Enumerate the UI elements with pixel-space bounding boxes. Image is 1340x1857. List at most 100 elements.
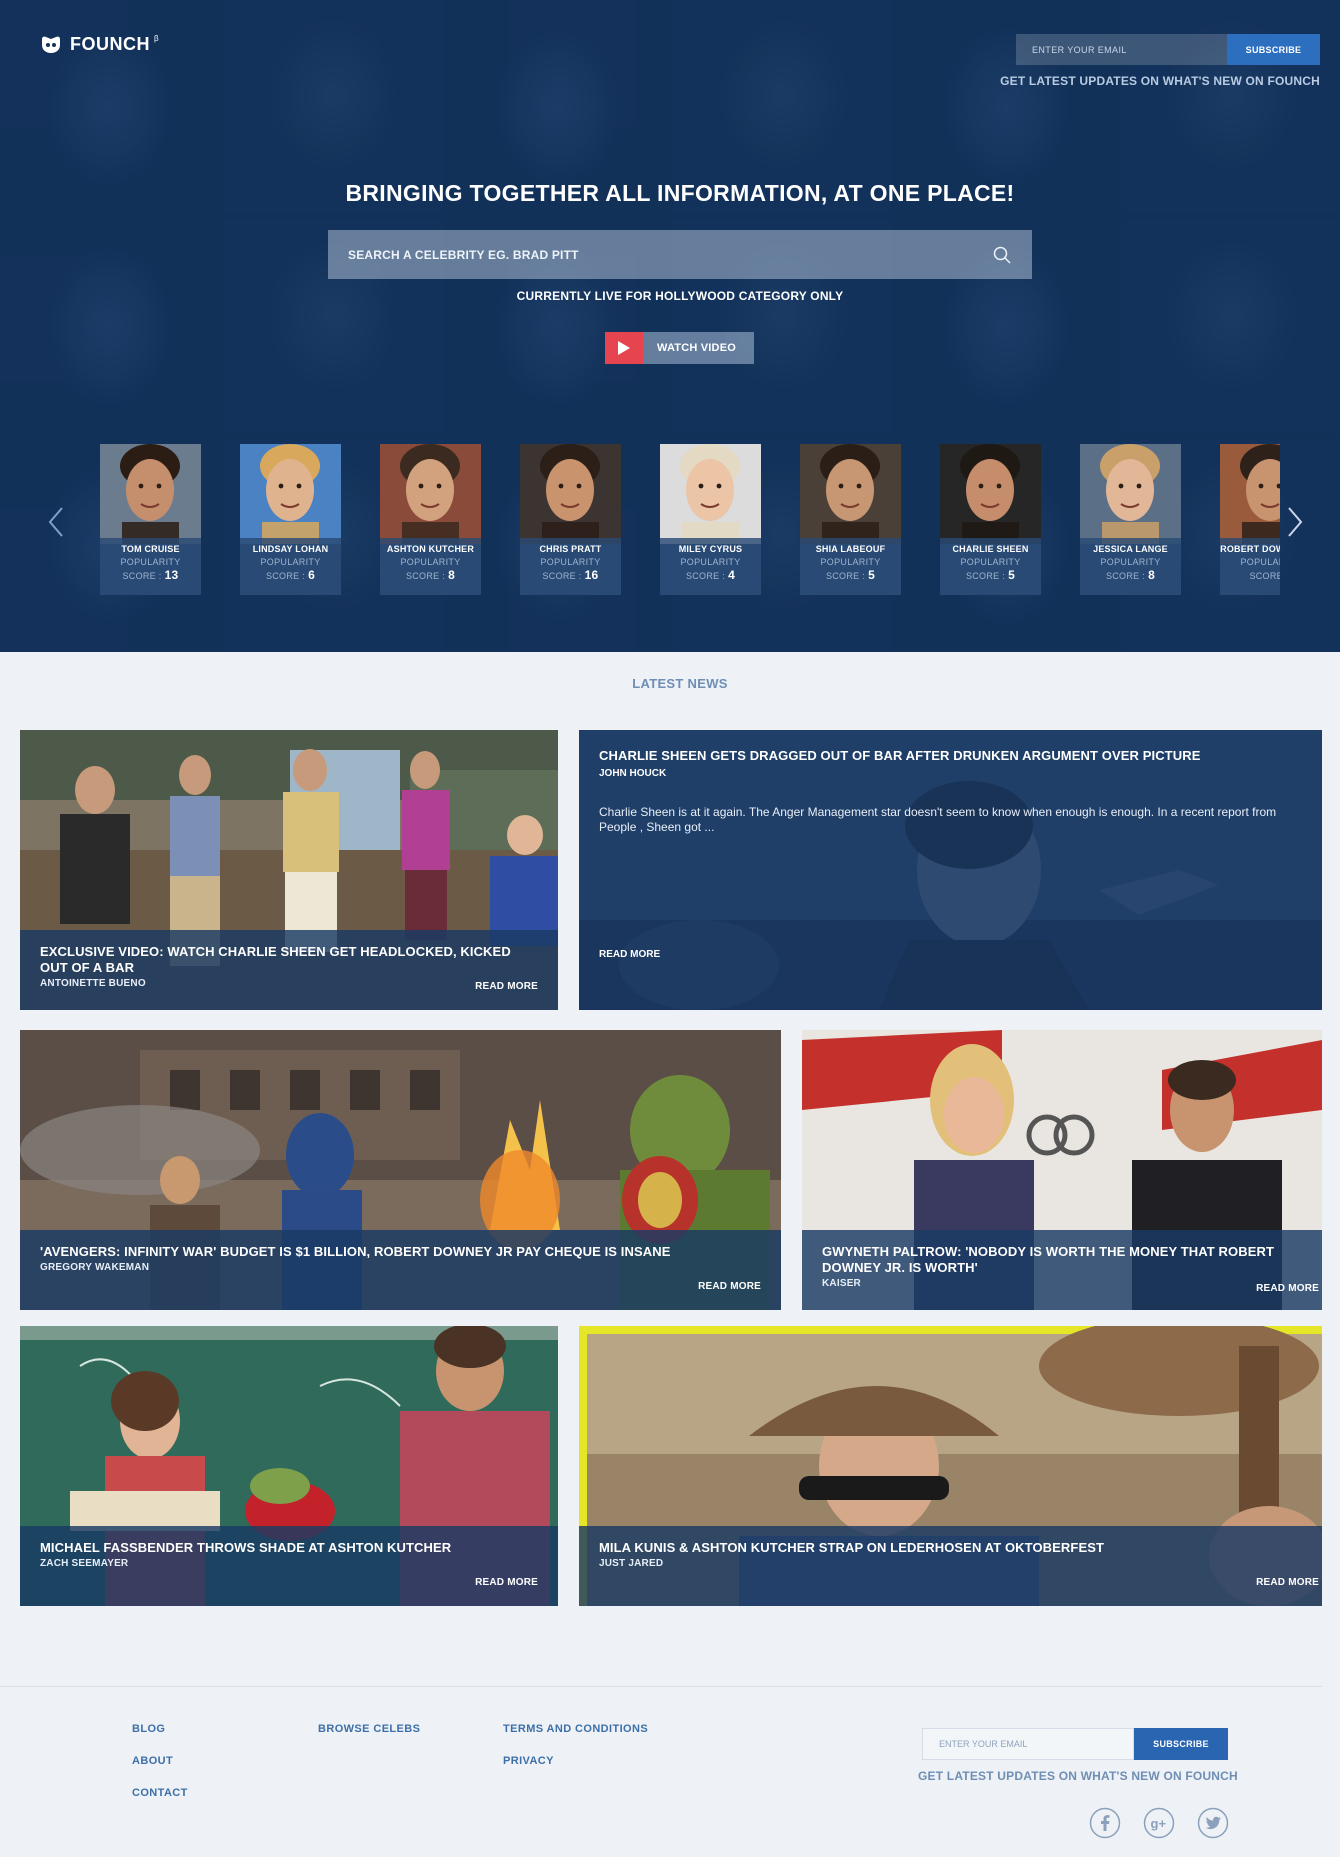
footer-links-col-2: BROWSE CELEBS: [318, 1723, 420, 1755]
play-icon: [605, 332, 643, 364]
footer-subscribe-form: SUBSCRIBE: [922, 1728, 1228, 1760]
celebrity-card[interactable]: ASHTON KUTCHER POPULARITY SCORE :8: [380, 444, 481, 595]
celebrity-carousel: TOM CRUISE POPULARITY SCORE :13 LINDSAY …: [0, 444, 1340, 596]
score-value: 6: [308, 568, 316, 582]
footer-link-blog[interactable]: BLOG: [132, 1723, 188, 1737]
news-card[interactable]: EXCLUSIVE VIDEO: WATCH CHARLIE SHEEN GET…: [20, 730, 558, 1010]
celebrity-photo: [240, 444, 341, 544]
score-value: 5: [868, 568, 876, 582]
news-card[interactable]: MILA KUNIS & ASHTON KUTCHER STRAP ON LED…: [579, 1326, 1322, 1606]
footer-subscribe-tagline: GET LATEST UPDATES ON WHAT'S NEW ON FOUN…: [918, 1769, 1238, 1783]
news-title: MICHAEL FASSBENDER THROWS SHADE AT ASHTO…: [40, 1540, 452, 1555]
read-more-link[interactable]: READ MORE: [475, 981, 538, 992]
score-value: 4: [728, 568, 736, 582]
celebrity-card[interactable]: JESSICA LANGE POPULARITY SCORE :8: [1080, 444, 1181, 595]
popularity-label: POPULARITY: [260, 557, 321, 567]
celebrity-photo: [1080, 444, 1181, 544]
news-author: GREGORY WAKEMAN: [40, 1262, 150, 1273]
twitter-icon[interactable]: [1197, 1807, 1229, 1839]
header-subscribe-form: SUBSCRIBE: [1016, 34, 1320, 65]
svg-text:g+: g+: [1151, 1816, 1167, 1831]
popularity-label: POPULARITY: [1240, 557, 1280, 567]
search-icon[interactable]: [992, 245, 1012, 265]
watch-video-button[interactable]: WATCH VIDEO: [605, 332, 754, 364]
header-subscribe-button[interactable]: SUBSCRIBE: [1227, 34, 1320, 65]
celebrity-photo: [100, 444, 201, 544]
read-more-link[interactable]: READ MORE: [698, 1281, 761, 1292]
read-more-link[interactable]: READ MORE: [599, 949, 660, 960]
news-card[interactable]: GWYNETH PALTROW: 'NOBODY IS WORTH THE MO…: [802, 1030, 1322, 1310]
footer-links-col-3: TERMS AND CONDITIONS PRIVACY: [503, 1723, 648, 1787]
footer-links-col-1: BLOG ABOUT CONTACT: [132, 1723, 188, 1819]
celebrity-card[interactable]: LINDSAY LOHAN POPULARITY SCORE :6: [240, 444, 341, 595]
footer-email-input[interactable]: [922, 1728, 1134, 1760]
score-value: 13: [164, 568, 179, 582]
hero-section: FOUNCH β SUBSCRIBE GET LATEST UPDATES ON…: [0, 0, 1340, 652]
news-card[interactable]: 'AVENGERS: INFINITY WAR' BUDGET IS $1 BI…: [20, 1030, 781, 1310]
score-label: SCORE :: [542, 571, 582, 581]
celebrity-card[interactable]: TOM CRUISE POPULARITY SCORE :13: [100, 444, 201, 595]
beta-mark: β: [154, 34, 160, 43]
score-label: SCORE :: [1249, 571, 1280, 581]
celebrity-card[interactable]: SHIA LABEOUF POPULARITY SCORE :5: [800, 444, 901, 595]
read-more-link[interactable]: READ MORE: [1256, 1577, 1319, 1588]
read-more-link[interactable]: READ MORE: [475, 1577, 538, 1588]
news-author: ZACH SEEMAYER: [40, 1558, 129, 1569]
score-label: SCORE :: [122, 571, 162, 581]
footer-link-terms[interactable]: TERMS AND CONDITIONS: [503, 1723, 648, 1737]
latest-news-heading: LATEST NEWS: [632, 676, 728, 691]
news-card[interactable]: MICHAEL FASSBENDER THROWS SHADE AT ASHTO…: [20, 1326, 558, 1606]
logo[interactable]: FOUNCH β: [40, 34, 159, 55]
celebrity-photo: [660, 444, 761, 544]
popularity-label: POPULARITY: [960, 557, 1021, 567]
score-label: SCORE :: [965, 571, 1006, 581]
celebrity-name: SHIA LABEOUF: [815, 544, 886, 554]
google-plus-icon[interactable]: g+: [1143, 1807, 1175, 1839]
carousel-next-arrow-icon[interactable]: [1283, 504, 1307, 540]
celebrity-name: JESSICA LANGE: [1093, 544, 1168, 554]
celebrity-card[interactable]: ROBERT DOWNEY JR. POPULARITY SCORE :: [1220, 444, 1280, 595]
header-email-input[interactable]: [1016, 34, 1227, 65]
hero-title: BRINGING TOGETHER ALL INFORMATION, AT ON…: [345, 180, 1015, 206]
celebrity-card[interactable]: CHARLIE SHEEN POPULARITY SCORE :5: [940, 444, 1041, 595]
footer-link-contact[interactable]: CONTACT: [132, 1787, 188, 1801]
popularity-label: POPULARITY: [1100, 557, 1161, 567]
news-title: GWYNETH PALTROW: 'NOBODY IS WORTH THE MO…: [822, 1244, 1275, 1275]
footer-divider: [0, 1686, 1322, 1687]
footer-link-browse-celebs[interactable]: BROWSE CELEBS: [318, 1723, 420, 1737]
popularity-label: POPULARITY: [680, 557, 741, 567]
score-value: 8: [448, 568, 456, 582]
popularity-label: POPULARITY: [400, 557, 461, 567]
celebrity-name: CHRIS PRATT: [539, 544, 602, 554]
celebrity-name: TOM CRUISE: [121, 544, 180, 554]
footer-subscribe-button[interactable]: SUBSCRIBE: [1134, 1728, 1228, 1760]
popularity-label: POPULARITY: [120, 557, 181, 567]
celebrity-photo: [940, 444, 1041, 544]
score-label: SCORE :: [1105, 571, 1146, 581]
celebrity-search-bar: [328, 230, 1032, 279]
score-label: SCORE :: [265, 571, 306, 581]
popularity-label: POPULARITY: [820, 557, 881, 567]
celebrity-photo: [520, 444, 621, 544]
news-card-featured[interactable]: CHARLIE SHEEN GETS DRAGGED OUT OF BAR AF…: [579, 730, 1322, 1010]
score-value: 5: [1008, 568, 1016, 582]
score-label: SCORE :: [405, 571, 446, 581]
celebrity-name: MILEY CYRUS: [678, 544, 743, 554]
celebrity-search-input[interactable]: [348, 247, 992, 262]
carousel-prev-arrow-icon[interactable]: [44, 504, 68, 540]
news-title: 'AVENGERS: INFINITY WAR' BUDGET IS $1 BI…: [40, 1244, 671, 1259]
celebrity-name: LINDSAY LOHAN: [252, 544, 329, 554]
read-more-link[interactable]: READ MORE: [1256, 1283, 1319, 1294]
logo-text: FOUNCH: [70, 34, 150, 54]
footer-link-about[interactable]: ABOUT: [132, 1755, 188, 1769]
celebrity-card[interactable]: CHRIS PRATT POPULARITY SCORE :16: [520, 444, 621, 595]
celebrity-photo: [380, 444, 481, 544]
hero-category-note: CURRENTLY LIVE FOR HOLLYWOOD CATEGORY ON…: [516, 289, 844, 303]
footer-link-privacy[interactable]: PRIVACY: [503, 1755, 648, 1769]
celebrity-card[interactable]: MILEY CYRUS POPULARITY SCORE :4: [660, 444, 761, 595]
news-title: EXCLUSIVE VIDEO: WATCH CHARLIE SHEEN GET…: [40, 944, 511, 975]
facebook-icon[interactable]: [1089, 1807, 1121, 1839]
news-author: KAISER: [822, 1278, 861, 1289]
score-label: SCORE :: [825, 571, 866, 581]
celebrity-photo: [1220, 444, 1280, 544]
